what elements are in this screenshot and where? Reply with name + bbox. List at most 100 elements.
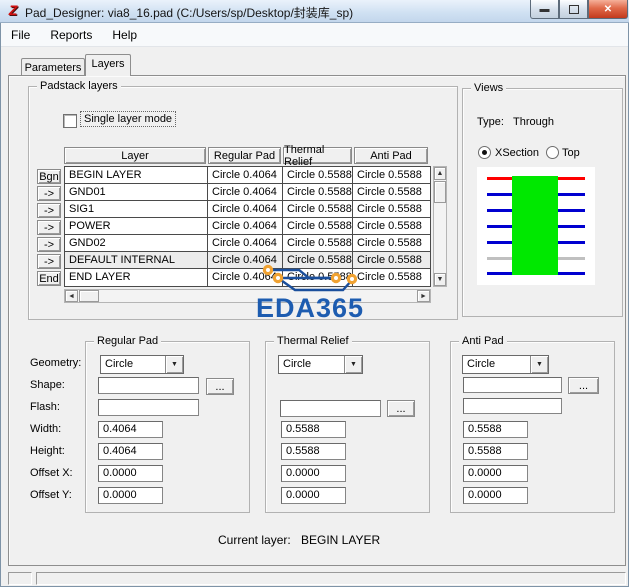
radio-top[interactable] — [546, 146, 559, 159]
table-row[interactable]: POWER Circle 0.4064 Circle 0.5588 Circle… — [65, 218, 430, 235]
current-layer-value: BEGIN LAYER — [301, 533, 381, 547]
chevron-down-icon[interactable]: ▼ — [530, 356, 548, 373]
cell-layer[interactable]: END LAYER — [65, 269, 208, 286]
menu-bar: File Reports Help — [1, 23, 628, 47]
table-row[interactable]: SIG1 Circle 0.4064 Circle 0.5588 Circle … — [65, 201, 430, 218]
anti-pad-shape-browse-button[interactable]: ... — [568, 377, 599, 394]
radio-xsection[interactable] — [478, 146, 491, 159]
maximize-button[interactable] — [559, 0, 588, 19]
table-row[interactable]: GND01 Circle 0.4064 Circle 0.5588 Circle… — [65, 184, 430, 201]
regular-pad-offset-x-input[interactable]: 0.0000 — [98, 465, 163, 482]
cell-thermal-relief[interactable]: Circle 0.5588 — [283, 252, 353, 268]
anti-pad-geometry-select[interactable]: Circle ▼ — [462, 355, 549, 374]
horizontal-scroll-thumb[interactable] — [79, 290, 99, 302]
cell-regular-pad[interactable]: Circle 0.4064 — [208, 218, 283, 234]
cell-regular-pad[interactable]: Circle 0.4064 — [208, 235, 283, 251]
thermal-relief-geometry-select[interactable]: Circle ▼ — [278, 355, 363, 374]
single-layer-mode-label[interactable]: Single layer mode — [80, 111, 177, 127]
column-header-regular-pad[interactable]: Regular Pad — [208, 147, 281, 164]
radio-top-label[interactable]: Top — [562, 147, 580, 159]
minimize-button[interactable]: ▬ — [530, 0, 559, 19]
anti-pad-shape-input[interactable] — [463, 377, 562, 393]
row-button-arrow[interactable]: -> — [37, 254, 61, 269]
cell-layer[interactable]: BEGIN LAYER — [65, 167, 208, 183]
single-layer-mode-checkbox[interactable] — [63, 114, 77, 128]
table-vertical-scrollbar[interactable]: ▲ ▼ — [433, 166, 447, 287]
menu-file[interactable]: File — [1, 25, 40, 45]
regular-pad-group-label: Regular Pad — [94, 335, 162, 347]
anti-pad-flash-input[interactable] — [463, 398, 562, 414]
cell-thermal-relief[interactable]: Circle 0.5588 — [283, 235, 353, 251]
cell-anti-pad[interactable]: Circle 0.5588 — [353, 252, 430, 268]
anti-pad-width-input[interactable]: 0.5588 — [463, 421, 528, 438]
thermal-relief-height-input[interactable]: 0.5588 — [281, 443, 346, 460]
anti-pad-offset-y-input[interactable]: 0.0000 — [463, 487, 528, 504]
row-button-arrow[interactable]: -> — [37, 220, 61, 235]
cell-anti-pad[interactable]: Circle 0.5588 — [353, 218, 430, 234]
anti-pad-geometry-value: Circle — [467, 358, 496, 370]
vertical-scroll-thumb[interactable] — [434, 181, 446, 203]
regular-pad-height-input[interactable]: 0.4064 — [98, 443, 163, 460]
regular-pad-shape-browse-button[interactable]: ... — [206, 378, 234, 395]
menu-reports[interactable]: Reports — [40, 25, 102, 45]
column-header-thermal-relief[interactable]: Thermal Relief — [283, 144, 352, 168]
cell-regular-pad[interactable]: Circle 0.4064 — [208, 252, 283, 268]
regular-pad-shape-input[interactable] — [98, 377, 199, 394]
thermal-relief-flash-browse-button[interactable]: ... — [387, 400, 415, 417]
scroll-up-icon[interactable]: ▲ — [434, 167, 446, 180]
cell-layer[interactable]: GND02 — [65, 235, 208, 251]
table-row[interactable]: END LAYER Circle 0.4064 Circle 0.5588 Ci… — [65, 269, 430, 286]
title-bar[interactable]: Z Pad_Designer: via8_16.pad (C:/Users/sp… — [0, 0, 629, 23]
regular-pad-geometry-select[interactable]: Circle ▼ — [100, 355, 184, 374]
cell-thermal-relief[interactable]: Circle 0.5588 — [283, 201, 353, 217]
chevron-down-icon[interactable]: ▼ — [165, 356, 183, 373]
offset-x-label: Offset X: — [30, 467, 73, 479]
cell-regular-pad[interactable]: Circle 0.4064 — [208, 201, 283, 217]
cell-layer[interactable]: SIG1 — [65, 201, 208, 217]
table-row[interactable]: BEGIN LAYER Circle 0.4064 Circle 0.5588 … — [65, 167, 430, 184]
cell-layer[interactable]: DEFAULT INTERNAL — [65, 252, 208, 268]
thermal-relief-flash-input[interactable] — [280, 400, 381, 417]
cell-thermal-relief[interactable]: Circle 0.5588 — [283, 269, 353, 286]
radio-xsection-label[interactable]: XSection — [495, 147, 539, 159]
row-button-arrow[interactable]: -> — [37, 237, 61, 252]
row-button-arrow[interactable]: -> — [37, 203, 61, 218]
cell-anti-pad[interactable]: Circle 0.5588 — [353, 167, 430, 183]
scroll-down-icon[interactable]: ▼ — [434, 273, 446, 286]
menu-help[interactable]: Help — [102, 25, 147, 45]
table-row[interactable]: DEFAULT INTERNAL Circle 0.4064 Circle 0.… — [65, 252, 430, 269]
column-header-layer[interactable]: Layer — [64, 147, 206, 164]
tab-layers[interactable]: Layers — [85, 54, 131, 76]
cell-anti-pad[interactable]: Circle 0.5588 — [353, 235, 430, 251]
cell-anti-pad[interactable]: Circle 0.5588 — [353, 201, 430, 217]
regular-pad-flash-input[interactable] — [98, 399, 199, 416]
column-header-anti-pad[interactable]: Anti Pad — [354, 147, 428, 164]
close-button[interactable]: ✕ — [588, 0, 628, 19]
anti-pad-height-input[interactable]: 0.5588 — [463, 443, 528, 460]
cell-anti-pad[interactable]: Circle 0.5588 — [353, 184, 430, 200]
anti-pad-offset-x-input[interactable]: 0.0000 — [463, 465, 528, 482]
thermal-relief-width-input[interactable]: 0.5588 — [281, 421, 346, 438]
scroll-left-icon[interactable]: ◄ — [65, 290, 78, 302]
cell-anti-pad[interactable]: Circle 0.5588 — [353, 269, 430, 286]
regular-pad-width-input[interactable]: 0.4064 — [98, 421, 163, 438]
cell-regular-pad[interactable]: Circle 0.4064 — [208, 269, 283, 286]
cell-thermal-relief[interactable]: Circle 0.5588 — [283, 218, 353, 234]
cell-regular-pad[interactable]: Circle 0.4064 — [208, 184, 283, 200]
tab-parameters[interactable]: Parameters — [21, 58, 85, 76]
thermal-relief-offset-y-input[interactable]: 0.0000 — [281, 487, 346, 504]
cell-layer[interactable]: GND01 — [65, 184, 208, 200]
cell-thermal-relief[interactable]: Circle 0.5588 — [283, 167, 353, 183]
regular-pad-offset-y-input[interactable]: 0.0000 — [98, 487, 163, 504]
thermal-relief-offset-x-input[interactable]: 0.0000 — [281, 465, 346, 482]
chevron-down-icon[interactable]: ▼ — [344, 356, 362, 373]
scroll-right-icon[interactable]: ► — [417, 290, 430, 302]
cell-layer[interactable]: POWER — [65, 218, 208, 234]
table-row[interactable]: GND02 Circle 0.4064 Circle 0.5588 Circle… — [65, 235, 430, 252]
row-button-end[interactable]: End — [37, 271, 61, 286]
row-button-bgn[interactable]: Bgn — [37, 169, 61, 184]
table-horizontal-scrollbar[interactable]: ◄ ► — [64, 289, 431, 303]
cell-thermal-relief[interactable]: Circle 0.5588 — [283, 184, 353, 200]
row-button-arrow[interactable]: -> — [37, 186, 61, 201]
cell-regular-pad[interactable]: Circle 0.4064 — [208, 167, 283, 183]
